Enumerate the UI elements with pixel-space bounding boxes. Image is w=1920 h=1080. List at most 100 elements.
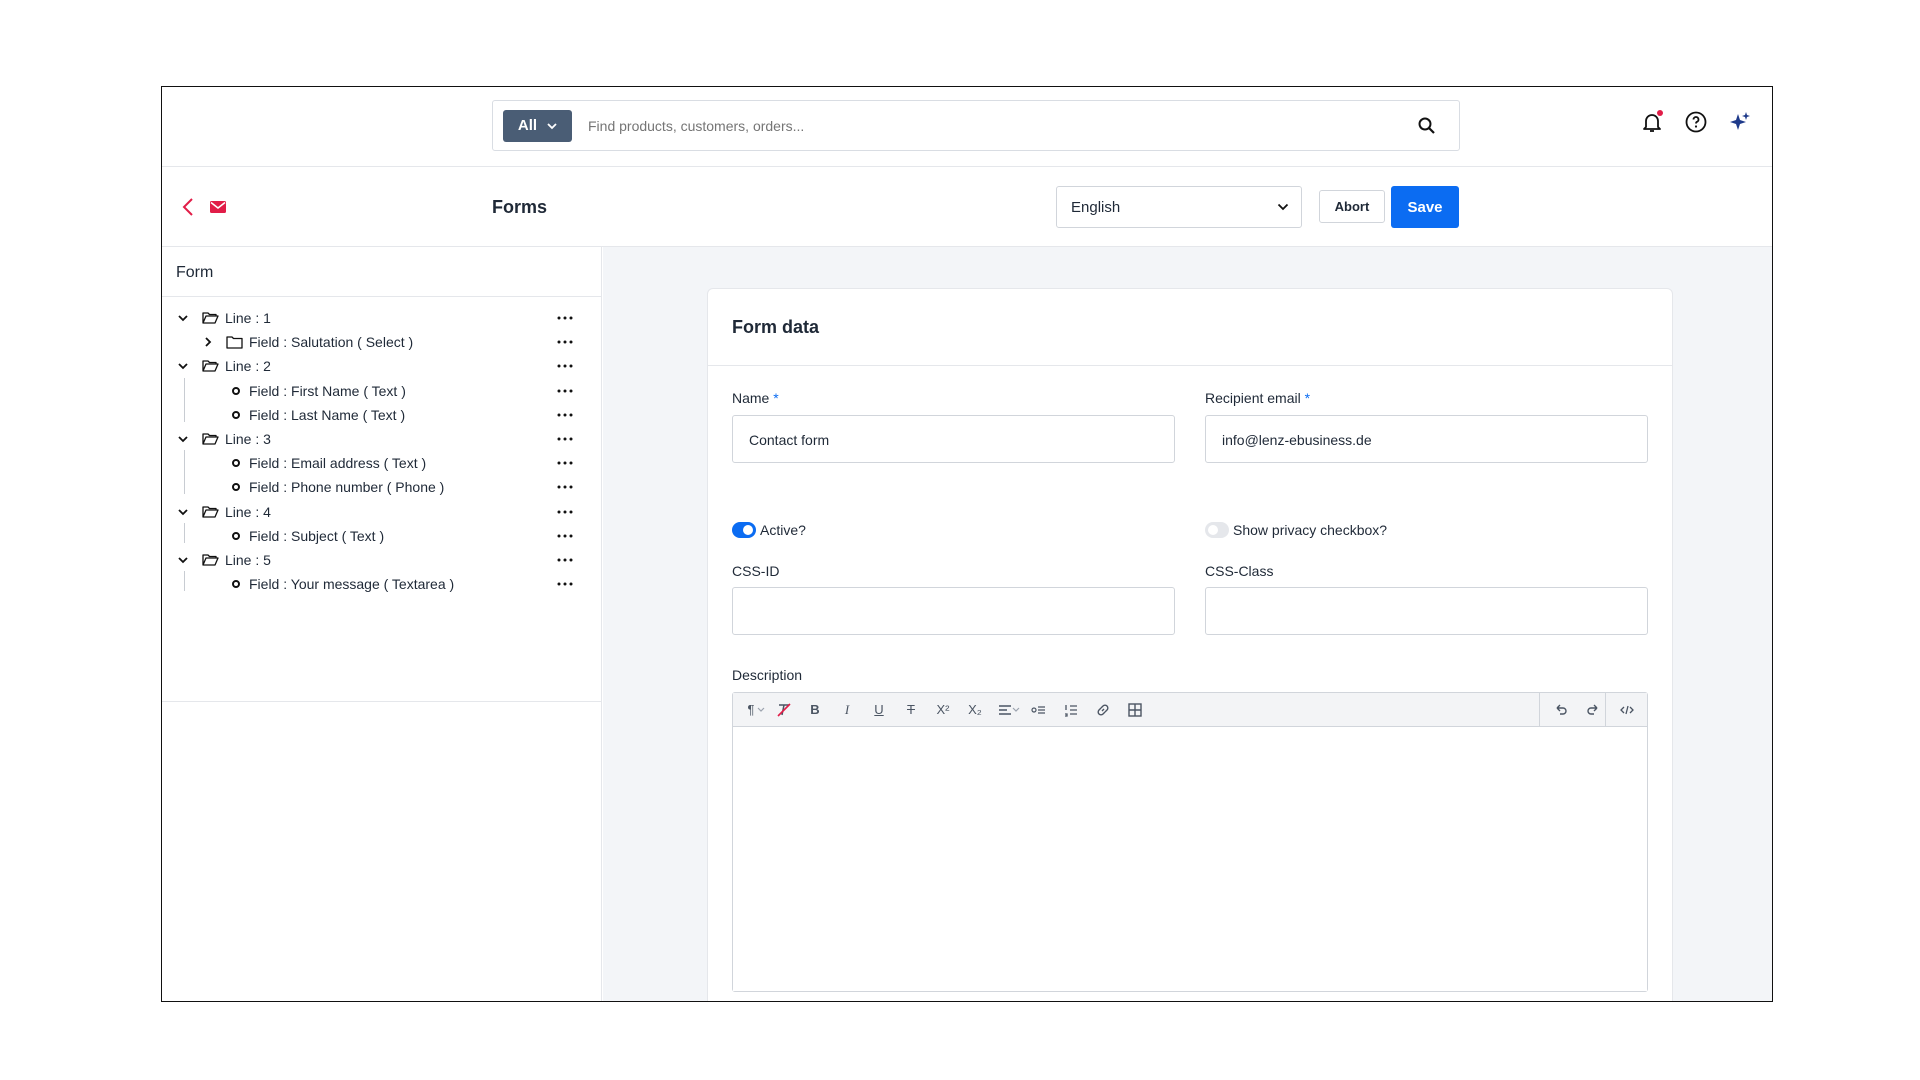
- numbered-list-icon[interactable]: [1063, 702, 1079, 718]
- required-marker: *: [773, 390, 779, 406]
- tree-row-line[interactable]: Line : 5: [162, 548, 601, 572]
- tree-row-field[interactable]: Field : First Name ( Text ): [162, 379, 601, 403]
- notifications-button[interactable]: [1640, 110, 1664, 134]
- redo-icon[interactable]: [1585, 702, 1601, 718]
- top-icons: [1640, 110, 1772, 134]
- more-icon[interactable]: [557, 413, 573, 417]
- form-structure-sidebar: Form Line : 1 Field : Salutation ( Selec…: [162, 247, 602, 1001]
- toggle-knob: [1208, 525, 1218, 535]
- more-icon[interactable]: [557, 364, 573, 368]
- card-title: Form data: [708, 289, 1672, 366]
- help-button[interactable]: [1684, 110, 1708, 134]
- tree-row-field[interactable]: Field : Email address ( Text ): [162, 451, 601, 475]
- privacy-label: Show privacy checkbox?: [1233, 522, 1388, 538]
- bullet-list-icon[interactable]: [1031, 702, 1047, 718]
- search-scope-label: All: [517, 117, 538, 134]
- chevron-down-icon[interactable]: [177, 433, 189, 445]
- tree-row-label: Field : First Name ( Text ): [249, 382, 406, 399]
- description-label: Description: [732, 667, 803, 683]
- language-select-value: English: [1071, 198, 1121, 216]
- underline-icon[interactable]: U: [871, 702, 887, 718]
- clear-format-icon[interactable]: [776, 702, 792, 718]
- editor-content-area[interactable]: [733, 727, 1647, 991]
- active-label: Active?: [760, 522, 806, 538]
- active-toggle[interactable]: [732, 522, 756, 538]
- italic-icon[interactable]: I: [839, 702, 855, 718]
- more-icon[interactable]: [557, 510, 573, 514]
- sidebar-title: Form: [162, 247, 601, 297]
- chevron-right-icon[interactable]: [202, 336, 214, 348]
- page-header: Forms English Abort Save: [162, 167, 1772, 247]
- chevron-down-icon[interactable]: [177, 360, 189, 372]
- tree-row-line[interactable]: Line : 4: [162, 500, 601, 524]
- tree-row-field[interactable]: Field : Last Name ( Text ): [162, 403, 601, 427]
- form-tree: Line : 1 Field : Salutation ( Select ) L…: [162, 297, 601, 702]
- required-marker: *: [1304, 390, 1311, 406]
- superscript-icon[interactable]: X²: [935, 702, 951, 718]
- more-icon[interactable]: [557, 485, 573, 489]
- language-select[interactable]: English: [1056, 186, 1302, 228]
- search-scope-button[interactable]: All: [503, 109, 572, 142]
- source-code-icon[interactable]: [1619, 702, 1635, 718]
- recipient-email-field[interactable]: info@lenz-ebusiness.de: [1205, 415, 1648, 463]
- tree-row-label: Field : Email address ( Text ): [249, 455, 427, 472]
- chevron-down-icon[interactable]: [177, 554, 189, 566]
- more-icon[interactable]: [557, 340, 573, 344]
- more-icon[interactable]: [557, 558, 573, 562]
- chevron-down-icon[interactable]: [177, 312, 189, 324]
- field-bullet-icon: [232, 410, 240, 419]
- tree-row-field[interactable]: Field : Phone number ( Phone ): [162, 475, 601, 499]
- top-bar: All: [162, 87, 1772, 167]
- save-button[interactable]: Save: [1391, 186, 1459, 228]
- tree-row-label: Line : 4: [225, 503, 271, 520]
- bold-icon[interactable]: B: [807, 702, 823, 718]
- folder-open-icon: [202, 505, 219, 518]
- table-icon[interactable]: [1127, 702, 1143, 718]
- description-editor: ¶ B I U T X² X₂: [732, 692, 1648, 992]
- css-class-field[interactable]: [1205, 587, 1648, 635]
- undo-icon[interactable]: [1553, 702, 1569, 718]
- chevron-down-icon: [1277, 203, 1289, 211]
- editor-toolbar: ¶ B I U T X² X₂: [733, 693, 1647, 727]
- name-field[interactable]: Contact form: [732, 415, 1175, 463]
- more-icon[interactable]: [557, 461, 573, 465]
- app-window: All Forms English Abort: [161, 86, 1773, 1002]
- tree-row-label: Line : 3: [225, 431, 271, 448]
- more-icon[interactable]: [557, 582, 573, 586]
- folder-open-icon: [202, 433, 219, 445]
- main-content: Form data Name * Contact form Recipient …: [603, 247, 1772, 1001]
- align-icon[interactable]: [997, 702, 1013, 718]
- css-id-field[interactable]: [732, 587, 1175, 635]
- more-icon[interactable]: [557, 437, 573, 441]
- tree-row-label: Field : Subject ( Text ): [249, 527, 385, 544]
- recipient-email-label-text: Recipient email: [1205, 390, 1301, 406]
- search-icon[interactable]: [1417, 116, 1437, 136]
- privacy-toggle[interactable]: [1205, 522, 1229, 538]
- notification-badge: [1657, 110, 1663, 116]
- chevron-down-icon[interactable]: [177, 506, 189, 518]
- more-icon[interactable]: [557, 534, 573, 538]
- tree-row-label: Line : 5: [225, 551, 271, 568]
- abort-button[interactable]: Abort: [1319, 190, 1385, 223]
- back-icon[interactable]: [181, 197, 195, 217]
- folder-open-icon: [202, 312, 219, 324]
- tree-row-line[interactable]: Line : 1: [162, 306, 601, 330]
- name-label-text: Name: [732, 390, 770, 406]
- search-input[interactable]: [588, 117, 1417, 134]
- tree-row-label: Field : Salutation ( Select ): [249, 334, 414, 351]
- tree-row-field[interactable]: Field : Salutation ( Select ): [162, 330, 601, 354]
- tree-row-line[interactable]: Line : 3: [162, 427, 601, 451]
- subscript-icon[interactable]: X₂: [967, 702, 983, 718]
- ai-assistant-button[interactable]: [1728, 110, 1752, 134]
- more-icon[interactable]: [557, 389, 573, 393]
- field-bullet-icon: [232, 580, 240, 589]
- link-icon[interactable]: [1095, 702, 1111, 718]
- tree-row-field[interactable]: Field : Subject ( Text ): [162, 524, 601, 548]
- tree-row-field[interactable]: Field : Your message ( Textarea ): [162, 572, 601, 596]
- more-icon[interactable]: [557, 316, 573, 320]
- field-bullet-icon: [232, 483, 240, 492]
- strikethrough-icon[interactable]: T: [903, 702, 919, 718]
- tree-row-label: Field : Your message ( Textarea ): [249, 576, 455, 593]
- tree-row-label: Field : Last Name ( Text ): [249, 406, 406, 423]
- tree-row-line[interactable]: Line : 2: [162, 354, 601, 378]
